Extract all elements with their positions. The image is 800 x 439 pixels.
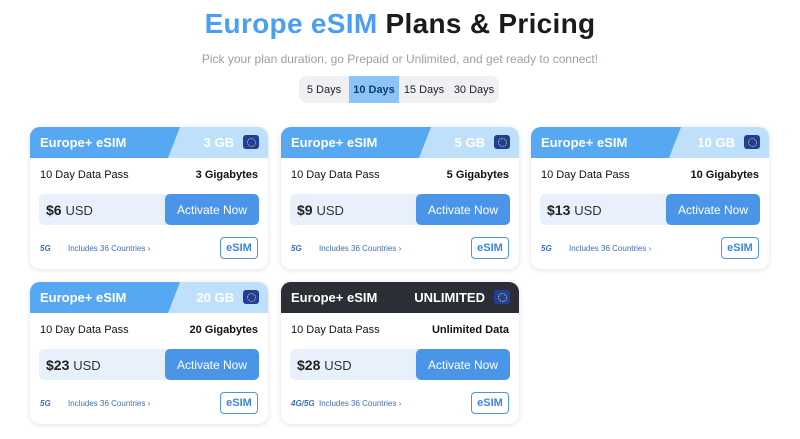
esim-badge: eSIM <box>721 237 759 259</box>
eu-flag-icon <box>494 290 510 304</box>
price-value: $23 <box>46 357 70 373</box>
eu-flag-icon <box>744 135 760 149</box>
card-brand: Europe+ eSIM <box>30 282 180 313</box>
pass-label: 10 Day Data Pass <box>40 324 129 336</box>
price-value: $9 <box>297 202 313 218</box>
network-badge: 5G <box>291 243 302 253</box>
price-currency: USD <box>316 203 344 218</box>
card-size: 3 GB <box>203 135 234 150</box>
price-box: $6 USD Activate Now <box>39 194 259 225</box>
card-brand: Europe+ eSIM <box>281 127 431 158</box>
card-header: Europe+ eSIM 3 GB <box>30 127 268 158</box>
tab-10-days[interactable]: 10 Days <box>349 76 399 103</box>
card-size: 5 GB <box>454 135 485 150</box>
plan-card-10gb: Europe+ eSIM 10 GB 10 Day Data Pass 10 Gi… <box>531 127 769 269</box>
price: $13 USD <box>547 202 602 218</box>
price-currency: USD <box>73 358 101 373</box>
network-badge: 5G <box>40 243 51 253</box>
price: $28 USD <box>297 357 352 373</box>
title-rest: Plans & Pricing <box>377 8 596 39</box>
activate-button[interactable]: Activate Now <box>416 194 510 225</box>
card-brand: Europe+ eSIM <box>281 282 401 313</box>
card-header: Europe+ eSIM 10 GB <box>531 127 769 158</box>
page-subtitle: Pick your plan duration, go Prepaid or U… <box>201 52 599 66</box>
data-amount: 5 Gigabytes <box>446 169 509 181</box>
card-header: Europe+ eSIM UNLIMITED <box>281 282 519 313</box>
price-value: $6 <box>46 202 62 218</box>
network-badge: 5G <box>541 243 552 253</box>
price-box: $9 USD Activate Now <box>290 194 510 225</box>
card-header: Europe+ eSIM 5 GB <box>281 127 519 158</box>
title-accent: Europe eSIM <box>204 8 378 39</box>
price-box: $13 USD Activate Now <box>540 194 760 225</box>
card-header: Europe+ eSIM 20 GB <box>30 282 268 313</box>
data-amount: 3 Gigabytes <box>195 169 258 181</box>
card-size: UNLIMITED <box>414 290 485 305</box>
activate-button[interactable]: Activate Now <box>165 349 259 380</box>
plan-card-20gb: Europe+ eSIM 20 GB 10 Day Data Pass 20 Gi… <box>30 282 268 424</box>
tab-15-days[interactable]: 15 Days <box>399 76 449 103</box>
esim-badge: eSIM <box>471 392 509 414</box>
price: $23 USD <box>46 357 101 373</box>
data-amount: 10 Gigabytes <box>690 169 759 181</box>
esim-badge: eSIM <box>220 237 258 259</box>
price-currency: USD <box>65 203 93 218</box>
price-box: $23 USD Activate Now <box>39 349 259 380</box>
eu-flag-icon <box>243 135 259 149</box>
tab-30-days[interactable]: 30 Days <box>449 76 499 103</box>
network-badge: 5G <box>40 398 51 408</box>
price-currency: USD <box>324 358 352 373</box>
data-amount: 20 Gigabytes <box>189 324 258 336</box>
tab-5-days[interactable]: 5 Days <box>299 76 349 103</box>
card-brand: Europe+ eSIM <box>30 127 180 158</box>
esim-badge: eSIM <box>471 237 509 259</box>
network-badge: 4G/5G <box>291 398 315 408</box>
countries-link[interactable]: Includes 36 Countries › <box>569 244 651 253</box>
pass-label: 10 Day Data Pass <box>541 169 630 181</box>
activate-button[interactable]: Activate Now <box>666 194 760 225</box>
duration-tabs: 5 Days 10 Days 15 Days 30 Days <box>299 76 499 103</box>
card-brand: Europe+ eSIM <box>531 127 681 158</box>
pass-label: 10 Day Data Pass <box>40 169 129 181</box>
activate-button[interactable]: Activate Now <box>416 349 510 380</box>
eu-flag-icon <box>243 290 259 304</box>
price: $9 USD <box>297 202 344 218</box>
card-size: 20 GB <box>196 290 234 305</box>
data-amount: Unlimited Data <box>431 324 509 336</box>
plan-card-3gb: Europe+ eSIM 3 GB 10 Day Data Pass 3 Giga… <box>30 127 268 269</box>
pass-label: 10 Day Data Pass <box>291 324 380 336</box>
countries-link[interactable]: Includes 36 Countries › <box>68 399 150 408</box>
countries-link[interactable]: Includes 36 Countries › <box>319 399 401 408</box>
price-box: $28 USD Activate Now <box>290 349 510 380</box>
activate-button[interactable]: Activate Now <box>165 194 259 225</box>
countries-link[interactable]: Includes 36 Countries › <box>68 244 150 253</box>
price: $6 USD <box>46 202 93 218</box>
esim-badge: eSIM <box>220 392 258 414</box>
price-value: $13 <box>547 202 571 218</box>
card-size: 10 GB <box>697 135 735 150</box>
price-value: $28 <box>297 357 321 373</box>
price-currency: USD <box>574 203 602 218</box>
pass-label: 10 Day Data Pass <box>291 169 380 181</box>
plan-card-unlimited: Europe+ eSIM UNLIMITED 10 Day Data Pass U… <box>281 282 519 424</box>
plan-card-5gb: Europe+ eSIM 5 GB 10 Day Data Pass 5 Giga… <box>281 127 519 269</box>
page-title: Europe eSIM Plans & Pricing <box>0 8 800 40</box>
eu-flag-icon <box>494 135 510 149</box>
countries-link[interactable]: Includes 36 Countries › <box>319 244 401 253</box>
